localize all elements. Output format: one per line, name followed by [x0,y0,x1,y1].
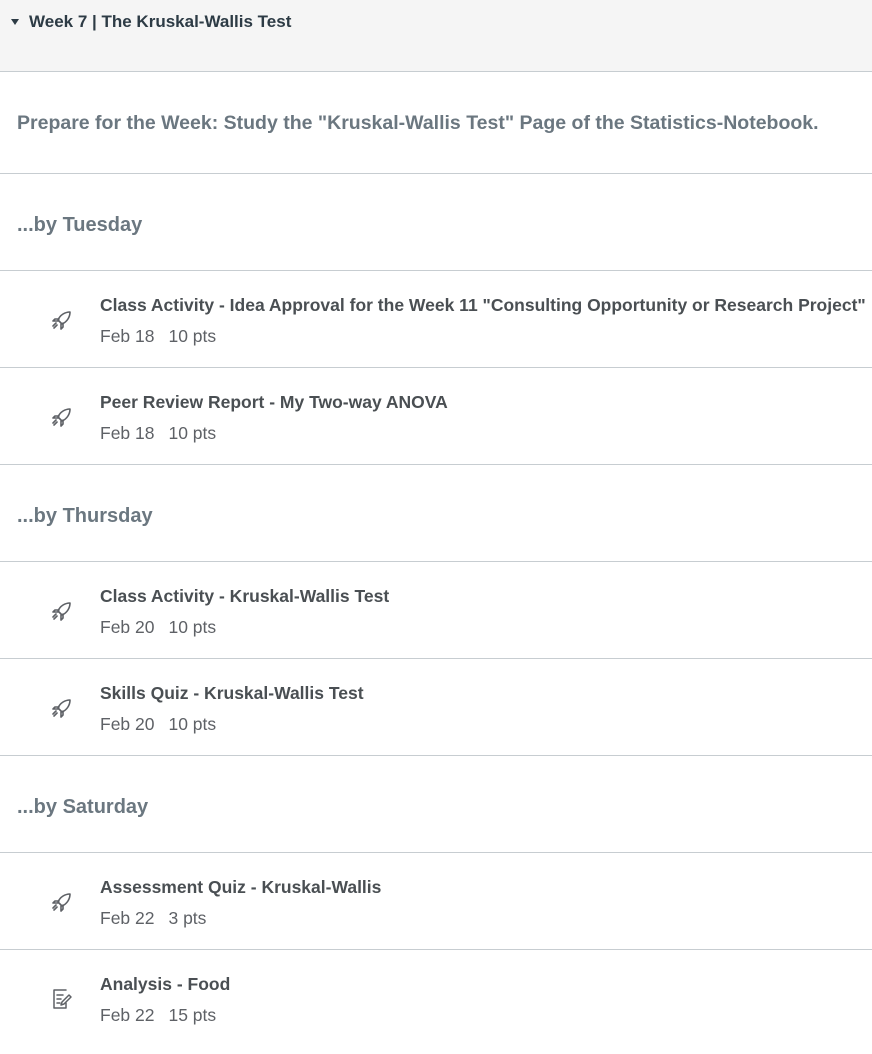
collapse-caret-icon[interactable] [11,19,19,25]
due-date: Feb 20 [100,714,155,734]
module-item[interactable]: Class Activity - Idea Approval for the W… [0,271,872,368]
item-title-link[interactable]: Analysis - Food [100,974,230,995]
due-date: Feb 20 [100,617,155,637]
points: 10 pts [168,326,217,346]
rocket-icon [52,311,71,330]
module-item[interactable]: Skills Quiz - Kruskal-Wallis Test Feb 20… [0,659,872,756]
due-date: Feb 22 [100,908,155,928]
prepare-text: Prepare for the Week: Study the "Kruskal… [17,112,819,134]
subheader-tuesday: ...by Tuesday [0,174,872,271]
item-meta: Feb 18 10 pts [100,423,216,444]
rocket-icon [52,893,71,912]
module-title: Week 7 | The Kruskal-Wallis Test [29,12,292,31]
item-meta: Feb 18 10 pts [100,326,216,347]
item-meta: Feb 20 10 pts [100,714,216,735]
rocket-icon [52,408,71,427]
module-item-text: Prepare for the Week: Study the "Kruskal… [0,72,872,174]
points: 10 pts [168,617,217,637]
item-title-link[interactable]: Assessment Quiz - Kruskal-Wallis [100,877,381,898]
subheader-label: ...by Saturday [17,796,149,818]
assignment-edit-icon [53,989,72,1009]
item-meta: Feb 20 10 pts [100,617,216,638]
subheader-saturday: ...by Saturday [0,756,872,853]
due-date: Feb 22 [100,1005,155,1025]
subheader-label: ...by Tuesday [17,214,143,236]
item-meta: Feb 22 3 pts [100,908,206,929]
points: 10 pts [168,423,217,443]
points: 10 pts [168,714,217,734]
rocket-icon [52,602,71,621]
due-date: Feb 18 [100,326,155,346]
rocket-icon [52,699,71,718]
item-title-link[interactable]: Class Activity - Kruskal-Wallis Test [100,586,389,607]
module-item[interactable]: Class Activity - Kruskal-Wallis Test Feb… [0,562,872,659]
item-title-link[interactable]: Peer Review Report - My Two-way ANOVA [100,392,448,413]
item-meta: Feb 22 15 pts [100,1005,216,1026]
due-date: Feb 18 [100,423,155,443]
item-title-link[interactable]: Class Activity - Idea Approval for the W… [100,295,866,316]
module-item[interactable]: Assessment Quiz - Kruskal-Wallis Feb 22 3… [0,853,872,950]
module-header[interactable]: Week 7 | The Kruskal-Wallis Test [0,0,872,72]
points: 15 pts [168,1005,217,1025]
points: 3 pts [168,908,207,928]
subheader-thursday: ...by Thursday [0,465,872,562]
module-item[interactable]: Analysis - Food Feb 22 15 pts [0,950,872,1040]
module-item[interactable]: Peer Review Report - My Two-way ANOVA Fe… [0,368,872,465]
subheader-label: ...by Thursday [17,505,153,527]
item-title-link[interactable]: Skills Quiz - Kruskal-Wallis Test [100,683,364,704]
